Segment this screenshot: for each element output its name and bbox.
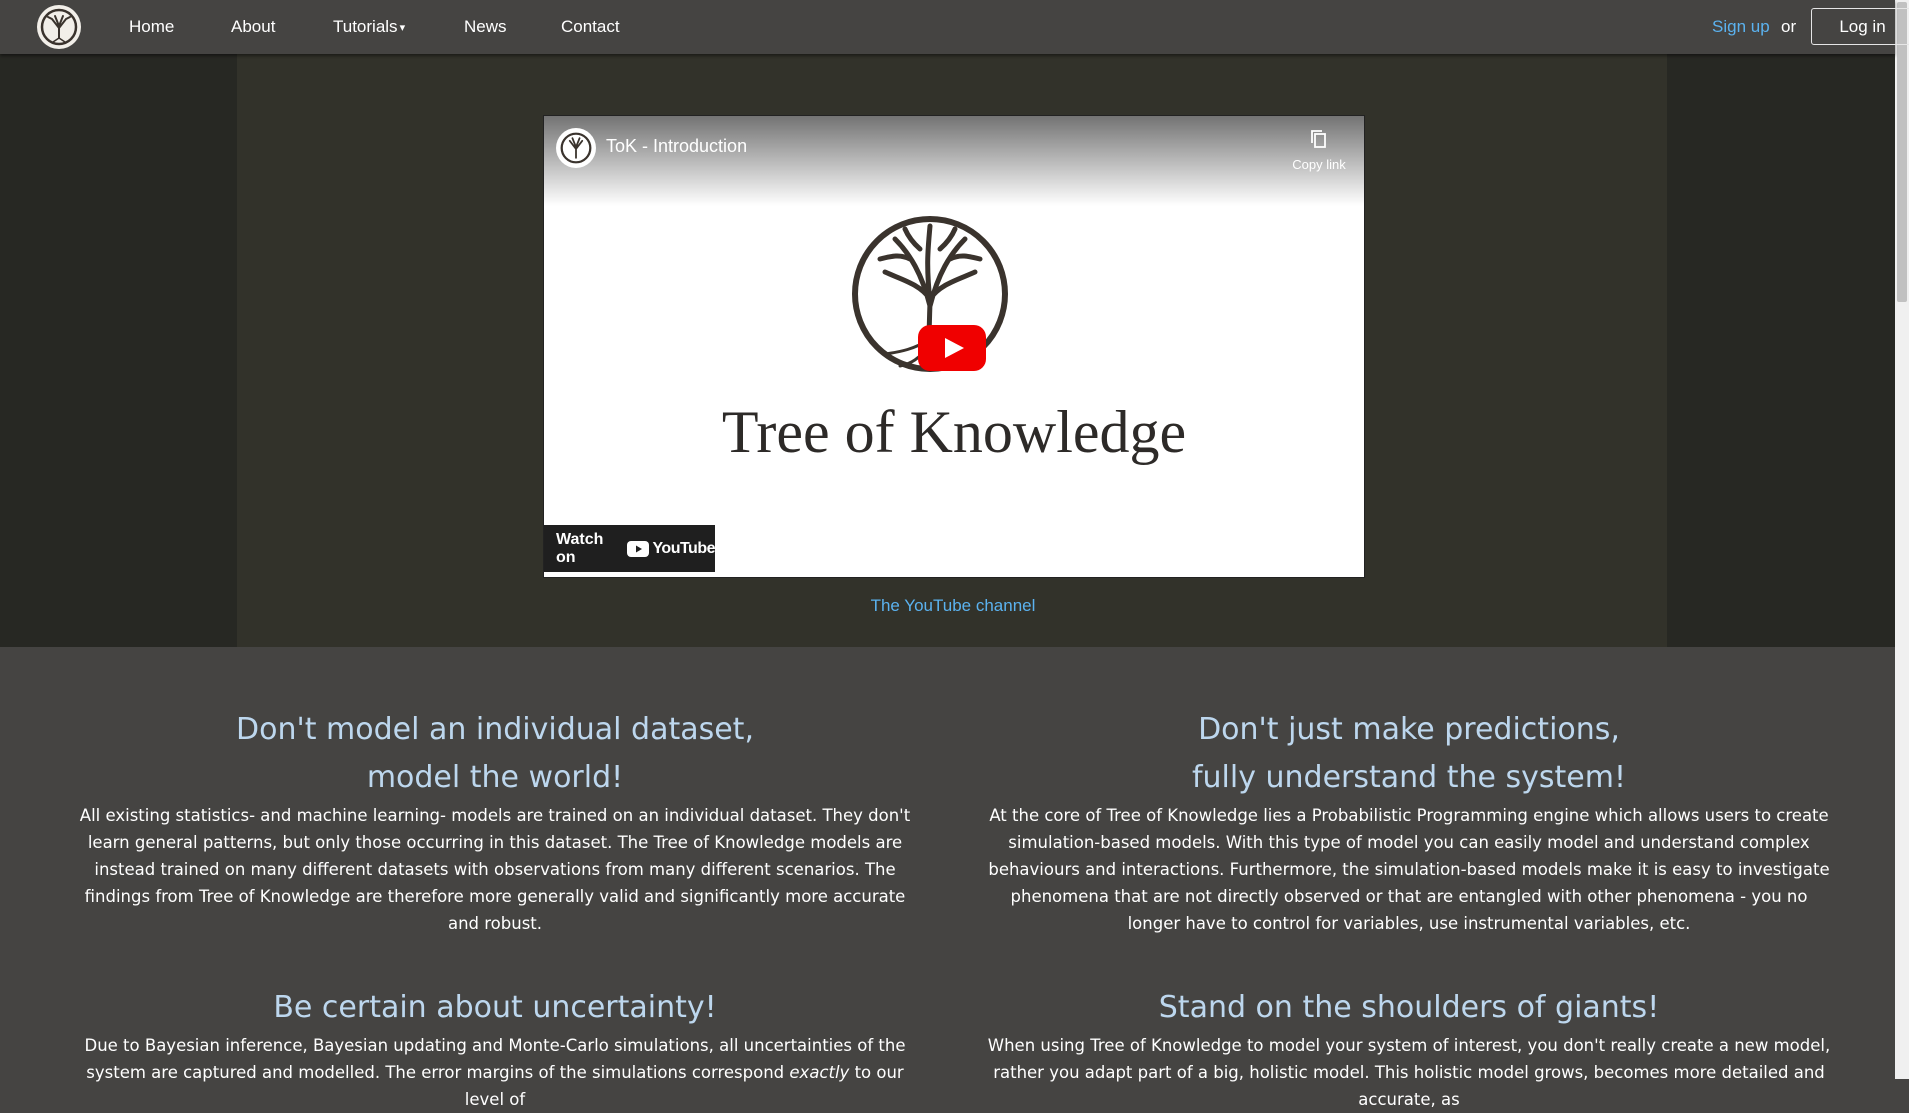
feature-text: At the core of Tree of Knowledge lies a …	[988, 806, 1830, 933]
feature-title: Don't just make predictions, fully unders…	[984, 706, 1834, 802]
nav-home-link[interactable]: Home	[129, 17, 174, 37]
feature-title-line2: model the world!	[366, 760, 624, 795]
feature-title: Be certain about uncertainty!	[273, 990, 717, 1025]
scrollbar-thumb[interactable]	[1897, 2, 1907, 302]
page: Home About Tutorials ▾ News Contact Sign …	[0, 0, 1909, 1109]
login-label: Log in	[1839, 16, 1886, 36]
feature-model-the-world: Don't model an individual dataset, model …	[70, 706, 920, 937]
nav-contact-link[interactable]: Contact	[561, 17, 620, 37]
copy-link-label: Copy link	[1292, 157, 1346, 172]
caret-down-icon: ▾	[399, 22, 406, 34]
youtube-logo-icon: YouTube	[627, 540, 715, 558]
tree-icon	[560, 132, 592, 164]
scrollbar[interactable]	[1895, 0, 1909, 1079]
feature-title: Don't model an individual dataset, model …	[70, 706, 920, 802]
signup-link[interactable]: Sign up	[1712, 17, 1770, 37]
nav-tutorials-label: Tutorials	[333, 17, 398, 36]
or-text: or	[1781, 17, 1797, 36]
youtube-channel-link[interactable]: The YouTube channel	[543, 596, 1363, 616]
channel-avatar[interactable]	[556, 128, 596, 168]
feature-title: Stand on the shoulders of giants!	[1158, 990, 1660, 1025]
feature-text: All existing statistics- and machine lea…	[79, 806, 911, 933]
feature-text-emphasis: exactly	[789, 1063, 850, 1082]
login-button[interactable]: Log in	[1811, 8, 1909, 45]
video-top-bar	[544, 116, 1364, 206]
copy-icon	[1311, 130, 1326, 148]
nav-news-link[interactable]: News	[464, 17, 507, 37]
video-heading: Tree of Knowledge	[721, 399, 1187, 465]
feature-shoulders-of-giants: Stand on the shoulders of giants! When u…	[984, 984, 1834, 1113]
feature-title-line2: fully understand the system!	[1191, 760, 1627, 795]
tree-logo-icon[interactable]	[37, 5, 81, 49]
play-button-icon[interactable]	[918, 325, 986, 371]
feature-text: When using Tree of Knowledge to model yo…	[987, 1036, 1831, 1109]
feature-title-line1: Don't just make predictions,	[1198, 712, 1620, 747]
feature-understand-the-system: Don't just make predictions, fully unders…	[984, 706, 1834, 937]
top-navbar: Home About Tutorials ▾ News Contact Sign …	[0, 0, 1909, 54]
youtube-video-embed[interactable]: ToK - Introduction Copy link Tree of Kno…	[543, 115, 1365, 578]
feature-uncertainty: Be certain about uncertainty! Due to Bay…	[70, 984, 920, 1113]
video-title[interactable]: ToK - Introduction	[606, 136, 747, 157]
youtube-channel-link-label: The YouTube channel	[870, 596, 1036, 615]
nav-tutorials-dropdown[interactable]: Tutorials ▾	[333, 17, 405, 37]
feature-title-line1: Don't model an individual dataset,	[236, 712, 754, 747]
watch-on-youtube-button[interactable]: Watch on YouTube	[544, 525, 715, 572]
feature-text-part: Due to Bayesian inference, Bayesian upda…	[84, 1036, 906, 1082]
youtube-label: YouTube	[652, 539, 715, 557]
watch-on-label: Watch on	[556, 530, 604, 566]
nav-about-link[interactable]: About	[231, 17, 275, 37]
copy-link-button[interactable]: Copy link	[1284, 128, 1354, 172]
feature-text: Due to Bayesian inference, Bayesian upda…	[70, 1032, 920, 1113]
